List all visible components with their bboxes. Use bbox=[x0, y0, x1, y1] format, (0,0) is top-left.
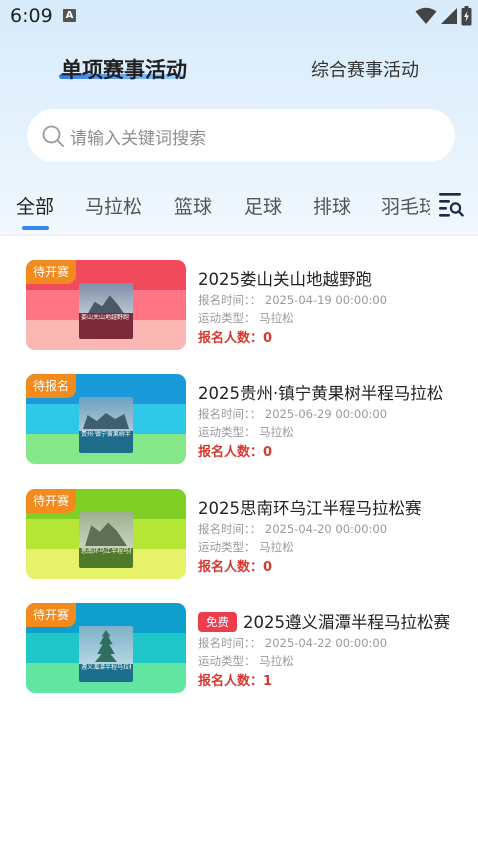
event-card[interactable]: 遵义湄潭半程马拉松 待开赛 免费 2025遵义湄潭半程马拉松赛 报名时间：： 20… bbox=[26, 603, 466, 695]
event-card[interactable]: 思南环乌江半程马拉松 待开赛 2025思南环乌江半程马拉松赛 报名时间：： 20… bbox=[26, 489, 466, 581]
event-signup-count: 报名人数：1 bbox=[198, 674, 273, 689]
event-card[interactable]: 娄山关山地越野跑 待开赛 2025娄山关山地越野跑 报名时间：： 2025-04… bbox=[26, 260, 466, 352]
event-status-badge: 待开赛 bbox=[26, 489, 77, 513]
category-volleyball[interactable]: 排球 bbox=[313, 192, 351, 219]
event-poster: 思南环乌江半程马拉松 bbox=[79, 512, 133, 568]
search-input[interactable]: 请输入关键词搜索 bbox=[70, 124, 206, 149]
status-bar: 6:09 A bbox=[0, 0, 478, 32]
event-poster: 娄山关山地越野跑 bbox=[79, 283, 133, 339]
event-card[interactable]: 贵州·镇宁黄果树半程马拉松 待报名 2025贵州·镇宁黄果树半程马拉松 报名时间… bbox=[26, 374, 466, 466]
event-date: 报名时间：： 2025-06-29 00:00:00 bbox=[198, 407, 388, 421]
event-type: 运动类型： 马拉松 bbox=[198, 425, 294, 439]
event-title: 2025思南环乌江半程马拉松赛 bbox=[198, 499, 422, 518]
category-basketball[interactable]: 篮球 bbox=[174, 192, 212, 219]
event-title: 2025贵州·镇宁黄果树半程马拉松 bbox=[198, 384, 444, 403]
free-tag: 免费 bbox=[198, 612, 237, 632]
event-type: 运动类型： 马拉松 bbox=[198, 311, 294, 325]
active-category-underline bbox=[22, 226, 49, 230]
event-date: 报名时间：： 2025-04-22 00:00:00 bbox=[198, 636, 388, 650]
signal-icon bbox=[441, 8, 457, 24]
category-all[interactable]: 全部 bbox=[16, 192, 54, 219]
list-search-icon[interactable] bbox=[438, 190, 464, 218]
event-signup-count: 报名人数：0 bbox=[198, 445, 273, 460]
event-type: 运动类型： 马拉松 bbox=[198, 654, 294, 668]
event-poster: 贵州·镇宁黄果树半程马拉松 bbox=[79, 397, 133, 453]
event-status-badge: 待开赛 bbox=[26, 603, 77, 627]
tab-combined-events[interactable]: 综合赛事活动 bbox=[311, 56, 419, 82]
category-tabs: 全部 马拉松 篮球 足球 排球 羽毛球 bbox=[0, 188, 430, 224]
event-signup-count: 报名人数：0 bbox=[198, 560, 273, 575]
search-icon bbox=[42, 125, 64, 147]
event-title: 2025娄山关山地越野跑 bbox=[198, 270, 372, 289]
battery-icon bbox=[461, 6, 472, 26]
tab-single-events[interactable]: 单项赛事活动 bbox=[61, 54, 187, 84]
divider bbox=[0, 234, 478, 236]
event-type: 运动类型： 马拉松 bbox=[198, 540, 294, 554]
event-poster: 遵义湄潭半程马拉松 bbox=[79, 626, 133, 682]
event-date: 报名时间：： 2025-04-19 00:00:00 bbox=[198, 293, 388, 307]
status-time: 6:09 bbox=[10, 5, 53, 27]
category-marathon[interactable]: 马拉松 bbox=[85, 192, 142, 219]
event-date: 报名时间：： 2025-04-20 00:00:00 bbox=[198, 522, 388, 536]
event-status-badge: 待开赛 bbox=[26, 260, 77, 284]
wifi-icon bbox=[415, 7, 437, 24]
category-badminton[interactable]: 羽毛球 bbox=[381, 192, 430, 219]
event-title: 免费 2025遵义湄潭半程马拉松赛 bbox=[198, 609, 464, 633]
category-football[interactable]: 足球 bbox=[244, 192, 282, 219]
search-bar[interactable]: 请输入关键词搜索 bbox=[27, 109, 455, 162]
notification-a-icon: A bbox=[63, 9, 76, 22]
event-status-badge: 待报名 bbox=[26, 374, 77, 398]
event-signup-count: 报名人数：0 bbox=[198, 331, 273, 346]
